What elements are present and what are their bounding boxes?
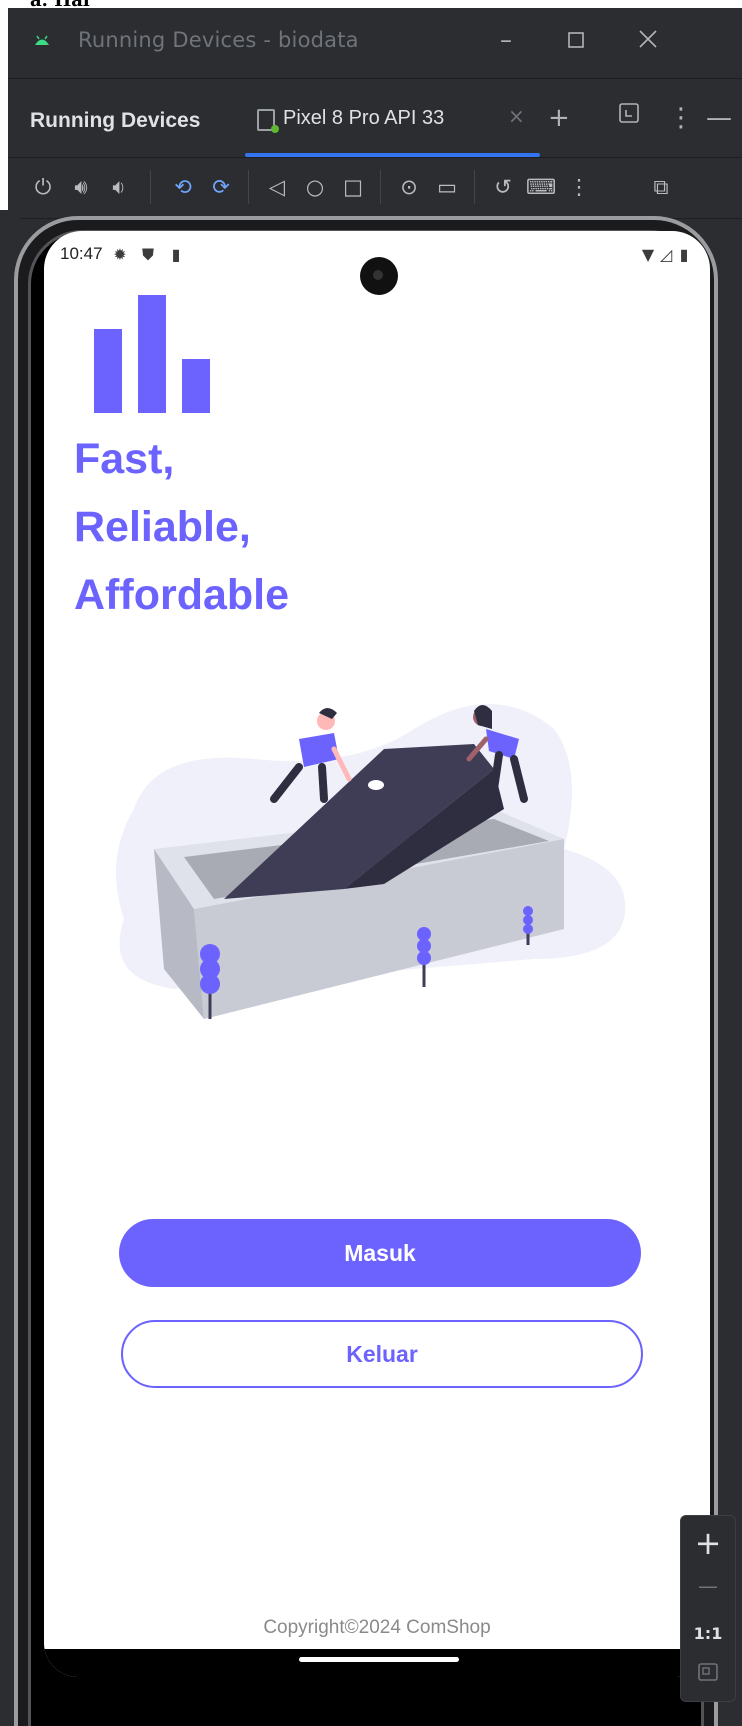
title-bar: Running Devices - biodata – <box>8 8 742 76</box>
inspect-icon[interactable]: ⧉ <box>646 172 676 202</box>
power-icon[interactable]: ⏻ <box>28 172 58 202</box>
fit-screen-icon[interactable] <box>681 1661 735 1687</box>
device-icon <box>257 109 279 133</box>
toolbar-separator <box>474 170 475 204</box>
front-camera <box>360 257 398 295</box>
window-title: Running Devices - biodata <box>78 28 359 52</box>
actual-size-button[interactable]: 1:1 <box>681 1624 735 1643</box>
headline-line: Affordable <box>74 571 289 619</box>
restore-layout-icon[interactable] <box>618 101 640 131</box>
sd-card-icon: ▮ <box>171 245 181 264</box>
zoom-out-button[interactable]: — <box>681 1574 735 1598</box>
bar-chart-logo-icon <box>94 295 210 413</box>
gesture-nav-bar <box>44 1649 710 1677</box>
android-icon <box>35 35 49 45</box>
battery-icon: ▮ <box>679 245 689 264</box>
headline-line: Reliable, <box>74 503 251 551</box>
volume-up-icon[interactable]: 🔊︎ <box>66 172 96 202</box>
options-icon[interactable]: ⋮ <box>668 103 694 133</box>
tab-close-icon[interactable]: × <box>508 104 525 128</box>
status-time: 10:47 <box>60 244 103 263</box>
more-icon[interactable]: ⋮ <box>564 172 594 202</box>
hide-panel-icon[interactable]: — <box>706 103 732 133</box>
zoom-controls: + — 1:1 <box>680 1515 736 1702</box>
close-icon[interactable] <box>634 26 662 54</box>
toolbar-separator <box>248 170 249 204</box>
add-device-icon[interactable]: + <box>548 103 570 133</box>
signal-icon: ◿ <box>659 245 673 264</box>
copyright-text: Copyright©2024 ComShop <box>263 1617 491 1638</box>
back-icon[interactable]: ◁ <box>262 172 292 202</box>
keyboard-icon[interactable]: ⌨ <box>526 172 556 202</box>
rotate-left-icon[interactable]: ⟲ <box>168 172 198 202</box>
toolbar-separator <box>150 170 151 204</box>
overview-icon[interactable]: □ <box>338 172 368 202</box>
device-toolbar: ⏻ 🔊︎ 🔉︎ ⟲ ⟳ ◁ ○ □ ⊙ ▭ ↺ ⌨ ⋮ ⧉ <box>8 158 742 219</box>
toolbar-separator <box>380 170 381 204</box>
cropped-heading: a. Hal <box>0 0 742 11</box>
hero-illustration <box>116 704 626 1019</box>
volume-down-icon[interactable]: 🔉︎ <box>104 172 134 202</box>
panel-title: Running Devices <box>30 109 201 132</box>
masuk-button[interactable]: Masuk <box>119 1219 641 1287</box>
keluar-button[interactable]: Keluar <box>121 1320 643 1388</box>
snapshot-icon[interactable]: ↺ <box>488 172 518 202</box>
running-devices-tabbar: Running Devices Pixel 8 Pro API 33 × + ⋮… <box>8 78 742 158</box>
tab-label: Pixel 8 Pro API 33 <box>283 107 445 129</box>
headline-line: Fast, <box>74 435 175 483</box>
maximize-icon[interactable] <box>562 26 590 54</box>
minimize-icon[interactable]: – <box>492 26 520 54</box>
wifi-icon: ▼ <box>641 245 655 264</box>
headline: Fast, Reliable, Affordable <box>74 425 289 629</box>
tab-pixel-8-pro[interactable]: Pixel 8 Pro API 33 × <box>233 79 541 157</box>
home-icon[interactable]: ○ <box>300 172 330 202</box>
tab-underline <box>245 153 540 157</box>
home-gesture-pill[interactable] <box>299 1657 459 1662</box>
screen-record-icon[interactable]: ▭ <box>432 172 462 202</box>
zoom-in-button[interactable]: + <box>681 1524 735 1562</box>
screenshot-icon[interactable]: ⊙ <box>394 172 424 202</box>
phone-screen[interactable]: 10:47 ✹ ⛊ ▮ ▼ ◿ ▮ Fast, Reliable, Afford… <box>44 231 710 1677</box>
shield-icon: ⛊ <box>141 245 154 264</box>
settings-icon: ✹ <box>113 245 127 264</box>
rotate-right-icon[interactable]: ⟳ <box>206 172 236 202</box>
